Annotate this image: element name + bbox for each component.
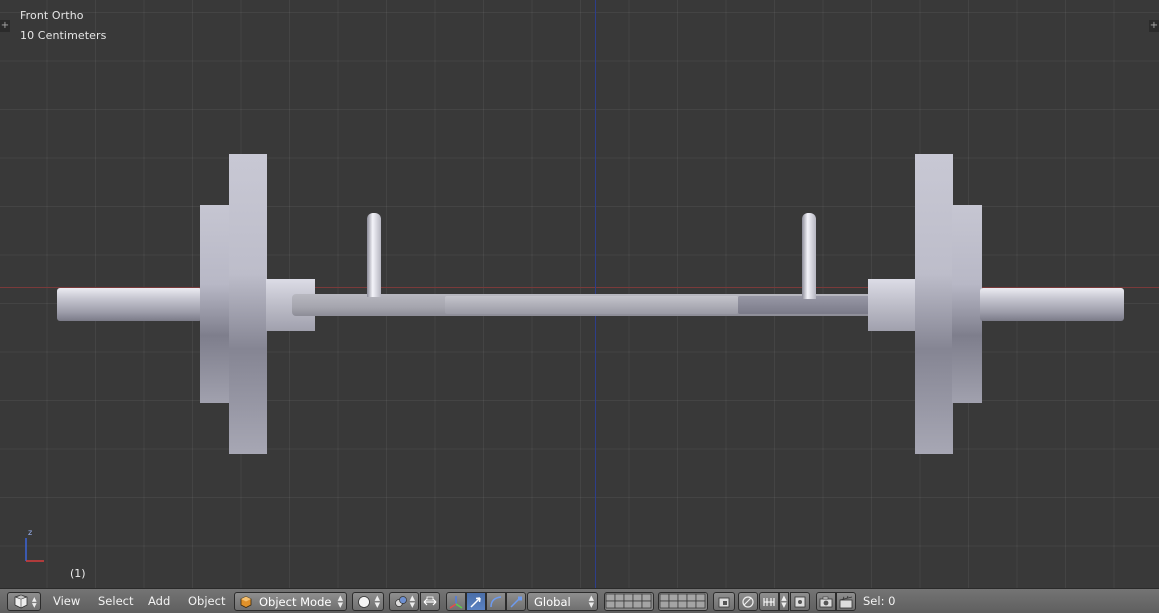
proportional-edit-icon (742, 595, 754, 608)
pivot-icon (395, 595, 407, 607)
right-hub[interactable] (868, 279, 917, 331)
tube-middle-section[interactable] (445, 296, 738, 314)
snap-arrows-icon: ▲ ▼ (781, 593, 787, 609)
z-axis-label: z (28, 528, 32, 537)
mode-dropdown-arrows-icon: ▲ ▼ (337, 594, 343, 609)
origins-arrows-icon (423, 596, 437, 605)
menu-select[interactable]: Select (98, 589, 133, 613)
mode-label: Object Mode (259, 594, 332, 609)
manipulator-toggle[interactable] (446, 592, 466, 611)
menu-object[interactable]: Object (188, 589, 225, 613)
orientation-arrows-icon: ▲ ▼ (588, 594, 594, 609)
rotate-arc-icon (490, 595, 502, 607)
snap-target-button[interactable] (790, 592, 810, 611)
layers-block-1[interactable] (604, 592, 654, 611)
right-vertical-rod[interactable] (802, 213, 816, 299)
left-vertical-rod[interactable] (367, 213, 381, 297)
axis-gizmo: z (25, 528, 44, 562)
left-wheel-boss[interactable] (200, 205, 230, 403)
lock-layers-button[interactable] (713, 592, 735, 611)
svg-text:▼: ▼ (32, 602, 37, 609)
lock-layers-icon (718, 597, 730, 607)
viewport-shading-dropdown[interactable]: ▲ ▼ (352, 592, 384, 611)
cube-editor-icon: ▲ ▼ (14, 594, 37, 609)
right-wheel-boss[interactable] (952, 205, 982, 403)
3d-view-header: ▲ ▼ View Select Add Object Object Mode ▲… (0, 588, 1159, 613)
pivot-point-dropdown[interactable]: ▲ ▼ (389, 592, 419, 611)
scale-icon (510, 596, 522, 608)
left-wheel[interactable] (229, 154, 267, 454)
orientation-dropdown[interactable]: Global ▲ ▼ (527, 592, 598, 611)
frame-number: (1) (70, 567, 86, 580)
pivot-dropdown-arrows-icon: ▲ ▼ (409, 594, 415, 609)
layers-block-2[interactable] (658, 592, 708, 611)
region-expand-left-icon[interactable]: + (0, 20, 10, 32)
menu-add[interactable]: Add (148, 589, 170, 613)
snap-toggle[interactable] (759, 592, 779, 611)
scale-tool-button[interactable] (506, 592, 526, 611)
right-wheel[interactable] (915, 154, 953, 454)
snap-element-icon (794, 596, 806, 607)
region-expand-right-icon[interactable]: + (1149, 20, 1159, 32)
left-axle-stub[interactable] (57, 288, 202, 321)
snap-dropdown-arrows[interactable]: ▲ ▼ (779, 592, 789, 611)
selection-status: Sel: 0 (863, 594, 896, 608)
editor-type-button[interactable]: ▲ ▼ (7, 592, 41, 611)
layer-grid-icon (659, 593, 706, 609)
render-opengl-button[interactable] (816, 592, 836, 611)
view-name-label: Front Ortho (20, 9, 84, 22)
render-animation-button[interactable] (836, 592, 856, 611)
object-mode-cube-icon (240, 595, 252, 608)
only-origins-toggle[interactable] (420, 592, 440, 611)
rotate-tool-button[interactable] (486, 592, 506, 611)
right-axle-stub[interactable] (980, 288, 1124, 321)
mode-dropdown[interactable]: Object Mode ▲ ▼ (234, 592, 347, 611)
menu-view[interactable]: View (53, 589, 80, 613)
translate-arrow-icon (470, 596, 481, 608)
translate-tool-button[interactable] (466, 592, 486, 611)
shading-dropdown-arrows-icon: ▲ ▼ (374, 594, 380, 609)
render-camera-icon (819, 596, 833, 607)
magnet-snap-icon (763, 597, 775, 606)
layer-grid-icon (605, 593, 652, 609)
clapperboard-icon (839, 595, 853, 608)
3d-viewport[interactable]: Front Ortho 10 Centimeters + + z (1) (0, 0, 1159, 588)
proportional-edit-button[interactable] (738, 592, 758, 611)
grid-scale-label: 10 Centimeters (20, 29, 107, 42)
manipulator-axes-icon (449, 595, 463, 609)
solid-sphere-icon (358, 595, 370, 608)
orientation-label: Global (534, 594, 571, 609)
